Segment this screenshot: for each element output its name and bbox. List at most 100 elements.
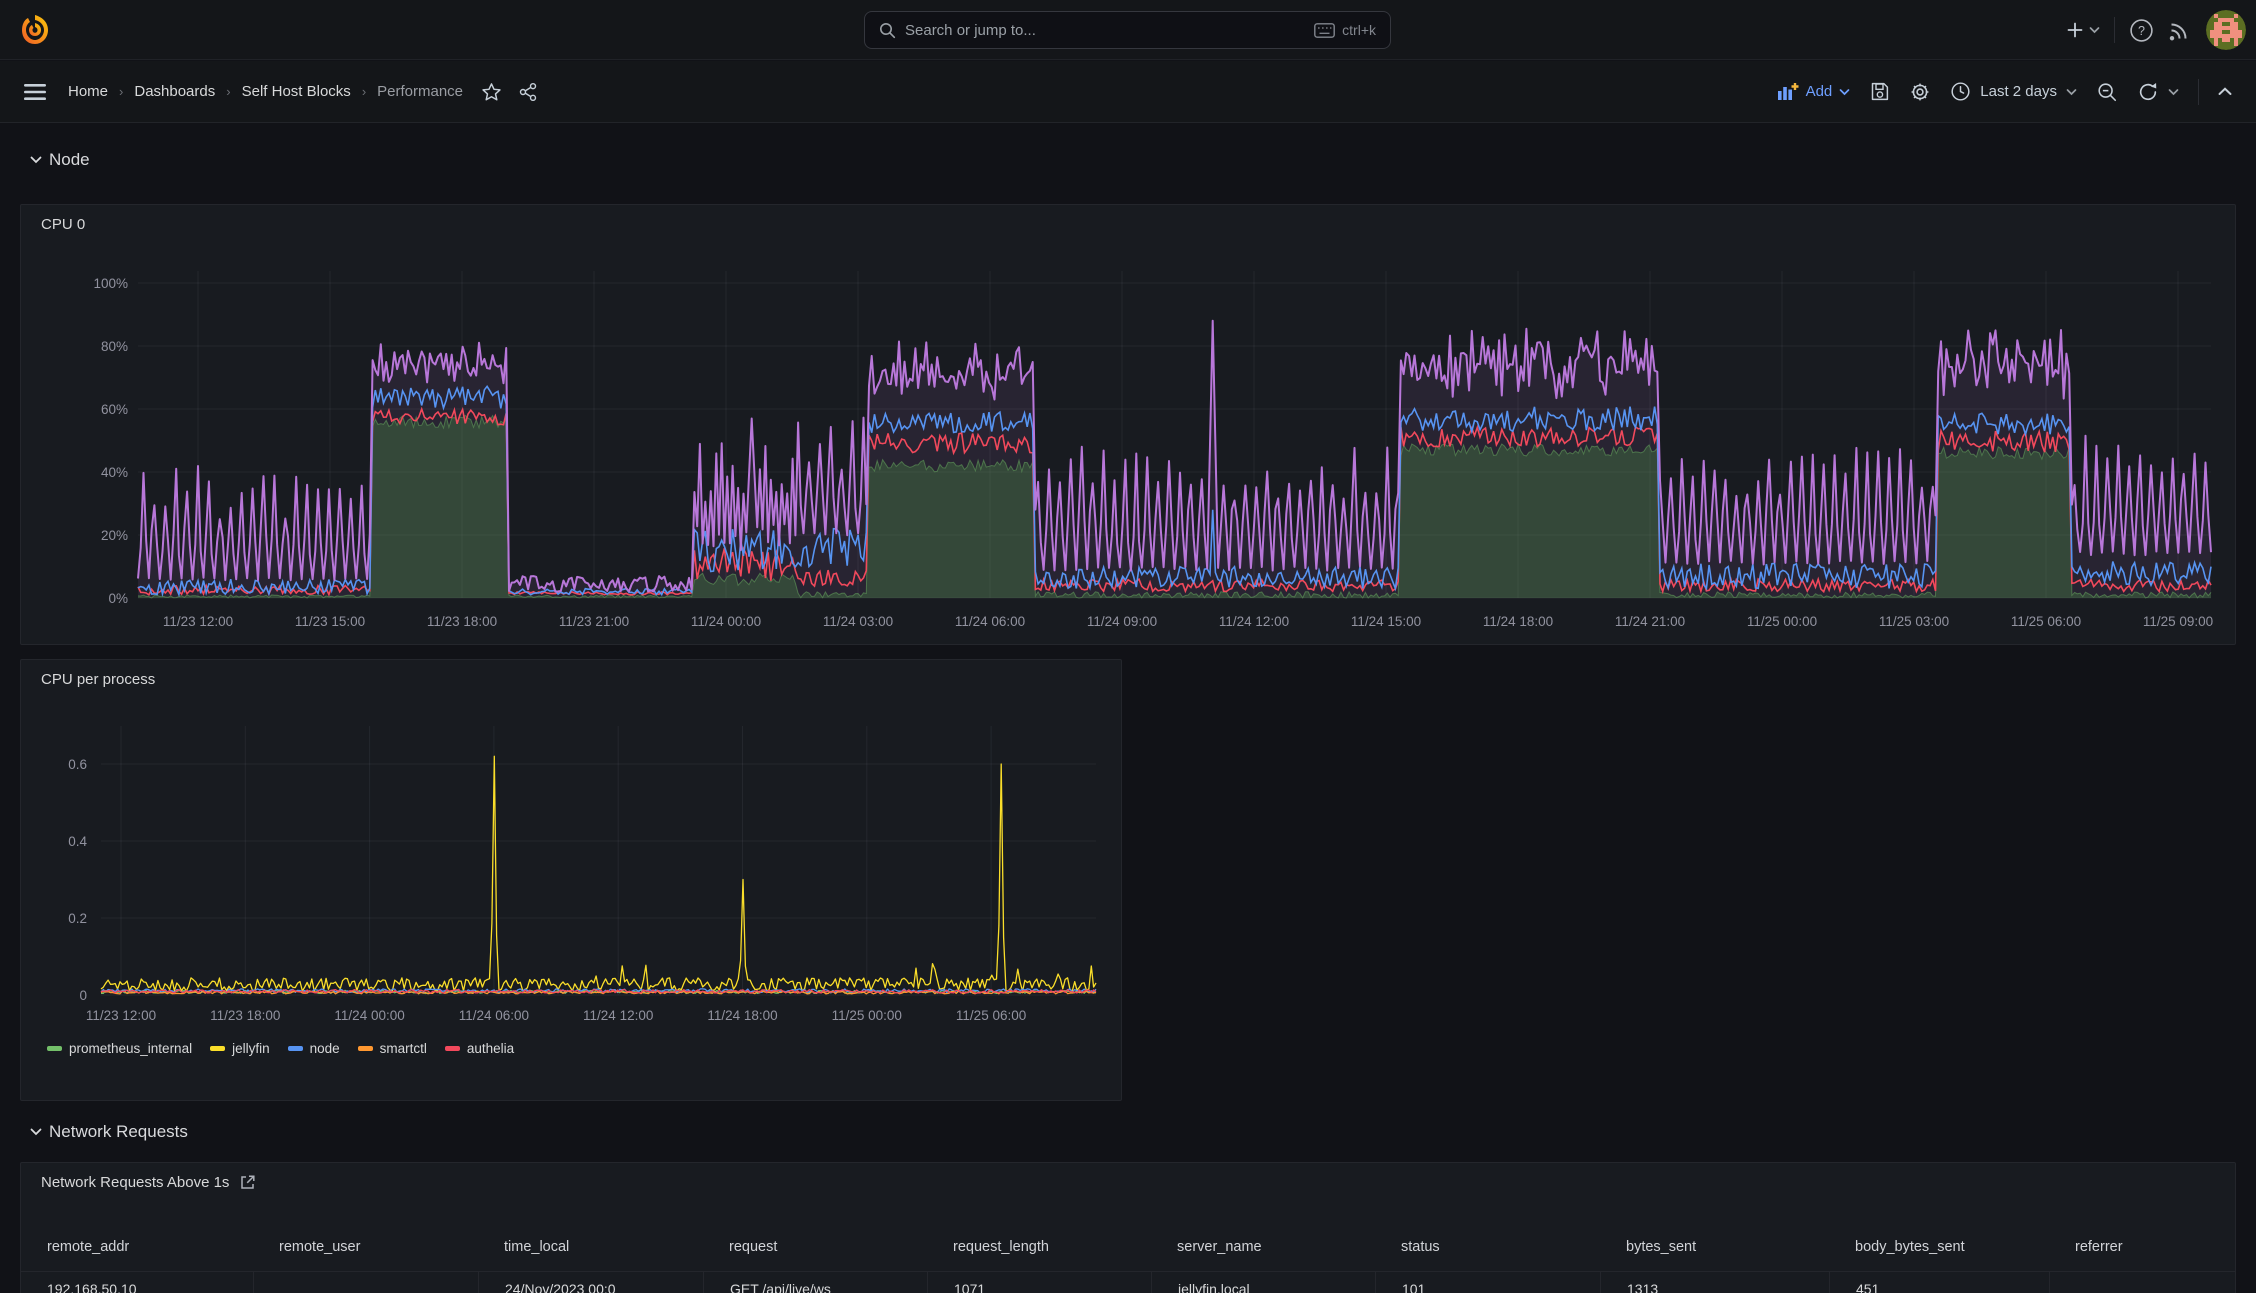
column-header-request_length[interactable]: request_length [927, 1239, 1151, 1255]
column-header-server_name[interactable]: server_name [1151, 1239, 1375, 1255]
chevron-up-icon [2218, 87, 2232, 95]
network-requests-table: remote_addr remote_user time_local request r… [21, 1223, 2235, 1293]
table-cell: GET /api/live/ws [703, 1272, 927, 1293]
search-shortcut: ctrl+k [1314, 22, 1376, 38]
settings-button[interactable] [1909, 81, 1931, 103]
grafana-logo[interactable] [18, 13, 52, 47]
svg-text:0%: 0% [108, 591, 128, 606]
star-icon [482, 82, 501, 100]
legend-swatch [210, 1046, 226, 1051]
avatar[interactable] [2206, 10, 2246, 50]
legend-item-jellyfin[interactable]: jellyfin [210, 1041, 270, 1056]
column-header-bytes_sent[interactable]: bytes_sent [1600, 1239, 1829, 1255]
svg-text:11/23 18:00: 11/23 18:00 [427, 614, 497, 629]
legend-label: node [309, 1041, 340, 1056]
favorite-button[interactable] [481, 82, 502, 102]
save-button[interactable] [1869, 81, 1890, 102]
svg-text:11/25 09:00: 11/25 09:00 [2143, 614, 2213, 629]
column-header-remote_user[interactable]: remote_user [253, 1239, 478, 1255]
svg-text:11/23 12:00: 11/23 12:00 [163, 614, 233, 629]
svg-text:0.4: 0.4 [68, 834, 87, 849]
new-button[interactable] [2066, 21, 2100, 39]
save-icon [1872, 82, 1889, 101]
news-icon [2169, 23, 2187, 41]
add-button[interactable]: Add [1777, 82, 1851, 101]
section-network-requests[interactable]: Network Requests [30, 1122, 188, 1142]
help-button[interactable]: ? [2129, 18, 2154, 43]
legend-item-authelia[interactable]: authelia [444, 1041, 514, 1056]
cpu0-chart[interactable]: 0% 20% 40% 60% 80% 100% 11/23 12:00 11/23 15:00… [21, 205, 2235, 644]
divider [2198, 78, 2199, 105]
column-header-referrer[interactable]: referrer [2049, 1239, 2235, 1255]
breadcrumb-separator: › [119, 84, 124, 99]
panel-cpu0-title[interactable]: CPU 0 [41, 216, 85, 233]
svg-text:11/24 09:00: 11/24 09:00 [1087, 614, 1157, 629]
topbar-right-cluster: ? [2066, 0, 2246, 60]
gear-icon [1911, 83, 1929, 100]
table-row[interactable]: 192.168.50.10 24/Nov/2023 00:0 GET /api/li… [21, 1271, 2235, 1293]
cpu-per-process-legend: prometheus_internal jellyfin node smartctl a… [47, 1041, 514, 1056]
panel-cpu-per-process-title[interactable]: CPU per process [41, 671, 155, 688]
refresh-icon [2139, 82, 2157, 100]
news-button[interactable] [2168, 18, 2192, 42]
time-range-label: Last 2 days [1980, 83, 2057, 100]
add-button-label: Add [1805, 83, 1833, 100]
breadcrumb: Home › Dashboards › Self Host Blocks › P… [68, 83, 463, 100]
column-header-remote_addr[interactable]: remote_addr [21, 1239, 253, 1255]
breadcrumb-current: Performance [377, 83, 464, 100]
svg-text:11/23 21:00: 11/23 21:00 [559, 614, 629, 629]
svg-text:11/24 06:00: 11/24 06:00 [459, 1008, 529, 1023]
svg-text:11/24 00:00: 11/24 00:00 [334, 1008, 404, 1023]
column-header-status[interactable]: status [1375, 1239, 1600, 1255]
refresh-button[interactable] [2137, 81, 2179, 103]
add-panel-icon [1777, 82, 1799, 100]
svg-text:0.6: 0.6 [68, 757, 87, 772]
breadcrumb-dashboards[interactable]: Dashboards [134, 83, 215, 100]
time-range-picker[interactable]: Last 2 days [1950, 81, 2077, 102]
svg-text:11/24 18:00: 11/24 18:00 [707, 1008, 777, 1023]
panel-network-requests-title[interactable]: Network Requests Above 1s [41, 1174, 229, 1191]
zoom-out-button[interactable] [2096, 81, 2118, 103]
chevron-down-icon [2168, 88, 2179, 95]
section-network-requests-label: Network Requests [49, 1122, 188, 1141]
chevron-down-icon [2066, 88, 2077, 95]
svg-text:11/24 06:00: 11/24 06:00 [955, 614, 1025, 629]
breadcrumb-separator: › [361, 84, 367, 99]
collapse-toolbar-button[interactable] [2218, 87, 2232, 96]
breadcrumb-folder[interactable]: Self Host Blocks [242, 83, 351, 100]
svg-text:?: ? [2138, 24, 2145, 38]
cpu-per-process-chart[interactable]: 0 0.2 0.4 0.6 11/23 12:00 11/23 18:00 11/24 00… [21, 660, 1121, 1038]
dashboard-toolbar: Add Last 2 days [1777, 78, 2232, 105]
svg-text:11/23 18:00: 11/23 18:00 [210, 1008, 280, 1023]
svg-text:11/24 21:00: 11/24 21:00 [1615, 614, 1685, 629]
legend-item-prometheus_internal[interactable]: prometheus_internal [47, 1041, 192, 1056]
menu-icon [24, 83, 46, 100]
legend-item-node[interactable]: node [287, 1041, 340, 1056]
panel-cpu-per-process: CPU per process 0 0.2 0.4 0.6 11/23 12:00 11/… [20, 659, 1122, 1101]
search-placeholder: Search or jump to... [905, 21, 1036, 39]
breadcrumb-home[interactable]: Home [68, 83, 108, 100]
share-button[interactable] [518, 82, 538, 102]
svg-text:11/24 18:00: 11/24 18:00 [1483, 614, 1553, 629]
column-header-time_local[interactable]: time_local [478, 1239, 703, 1255]
nav-bar: Home › Dashboards › Self Host Blocks › P… [0, 61, 2256, 123]
legend-item-smartctl[interactable]: smartctl [357, 1041, 427, 1056]
breadcrumb-separator: › [226, 84, 231, 99]
search-input[interactable]: Search or jump to... ctrl+k [864, 11, 1391, 49]
table-cell: 1313 [1600, 1272, 1829, 1293]
chevron-down-icon [30, 1128, 42, 1136]
search-icon [880, 22, 896, 38]
clock-icon [1951, 82, 1970, 101]
section-node-label: Node [49, 150, 90, 169]
svg-text:11/23 15:00: 11/23 15:00 [295, 614, 365, 629]
external-link-icon[interactable] [239, 1174, 256, 1191]
menu-button[interactable] [24, 83, 46, 101]
column-header-body_bytes_sent[interactable]: body_bytes_sent [1829, 1239, 2049, 1255]
section-node[interactable]: Node [30, 150, 90, 170]
legend-label: jellyfin [232, 1041, 270, 1056]
table-cell: 24/Nov/2023 00:0 [478, 1272, 703, 1293]
legend-swatch [47, 1046, 62, 1051]
table-cell: 1071 [927, 1272, 1151, 1293]
legend-swatch [444, 1046, 460, 1051]
column-header-request[interactable]: request [703, 1239, 927, 1255]
